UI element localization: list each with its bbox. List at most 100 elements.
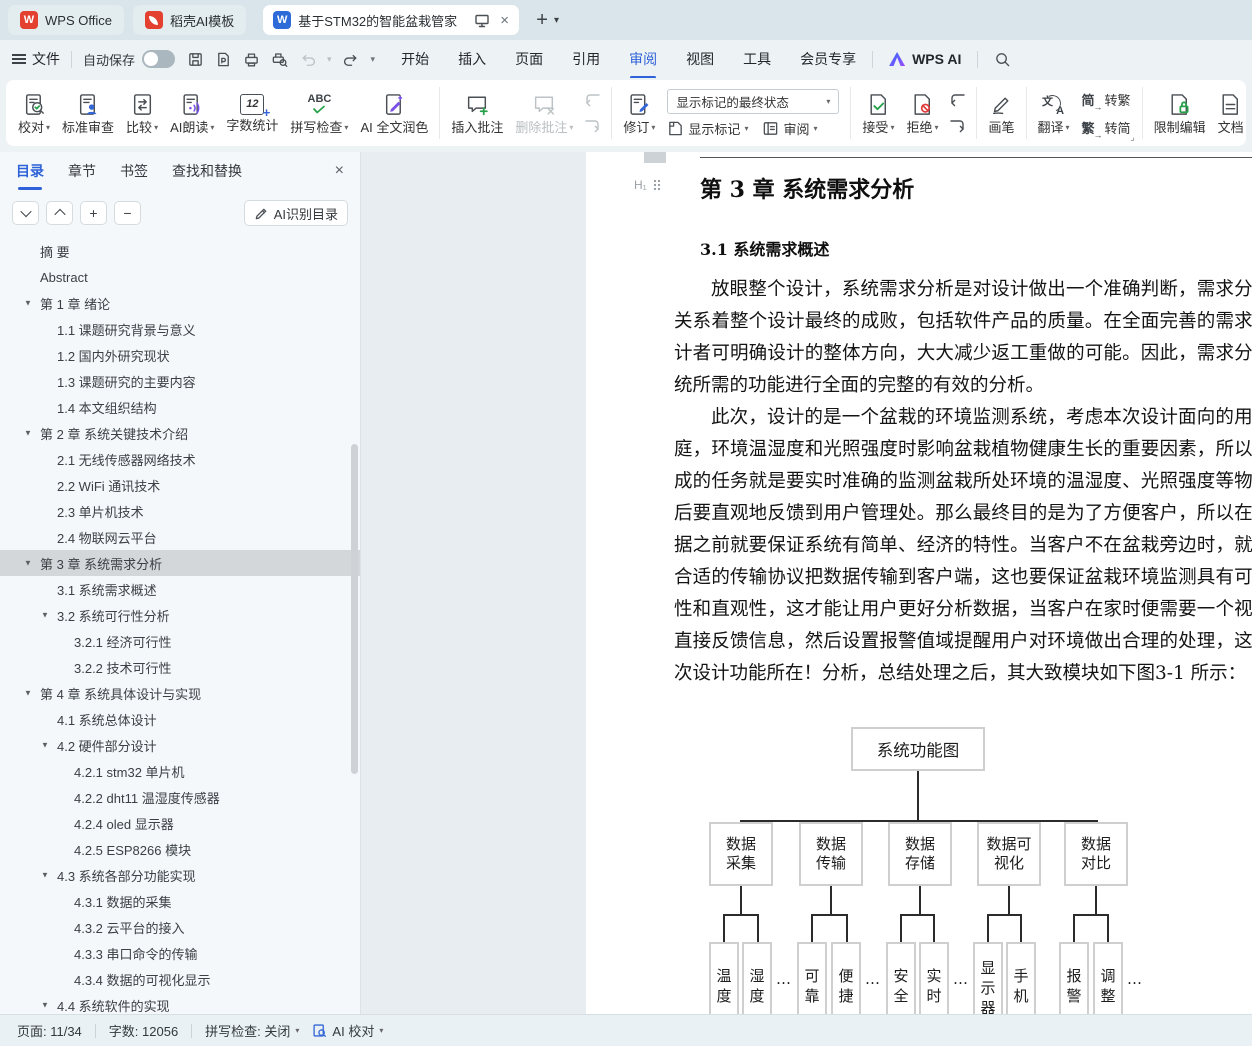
toc-item[interactable]: ▼第 1 章 绪论: [0, 290, 360, 316]
toc-item[interactable]: 3.2.1 经济可行性: [0, 628, 360, 654]
undo-history-chevron-icon[interactable]: ▾: [327, 54, 332, 65]
expand-all-button[interactable]: +: [80, 201, 107, 225]
markup-state-select[interactable]: 显示标记的最终状态 ▾: [667, 89, 839, 114]
diagram-leaf[interactable]: 安全: [886, 942, 916, 1014]
toc-item[interactable]: 4.2.5 ESP8266 模块: [0, 836, 360, 862]
previous-comment-icon[interactable]: [583, 91, 602, 110]
toc-item[interactable]: ▼4.4 系统软件的实现: [0, 992, 360, 1014]
word-count-indicator[interactable]: 字数: 12056: [109, 1021, 178, 1040]
diagram-leaf[interactable]: 实时: [919, 942, 949, 1014]
collapse-arrow-icon[interactable]: ▼: [41, 611, 49, 620]
hamburger-icon[interactable]: [12, 54, 26, 64]
page-indicator[interactable]: 页面: 11/34: [17, 1021, 82, 1040]
toc-item[interactable]: 摘 要: [0, 238, 360, 264]
toc-item[interactable]: 1.2 国内外研究现状: [0, 342, 360, 368]
export-pdf-icon[interactable]: [215, 51, 232, 68]
menu-page[interactable]: 页面: [515, 49, 543, 69]
next-change-icon[interactable]: [948, 117, 967, 136]
tab-find-replace[interactable]: 查找和替换: [172, 161, 242, 181]
diagram-leaf[interactable]: 显示器: [973, 942, 1003, 1014]
diagram-leaf[interactable]: 湿度: [742, 942, 772, 1014]
diagram-box-visualize[interactable]: 数据可 视化: [977, 822, 1041, 886]
compare-button[interactable]: 比较▾: [120, 82, 164, 144]
diagram-leaf[interactable]: 可靠: [797, 942, 827, 1014]
ai-recognize-toc-button[interactable]: AI识别目录: [244, 200, 348, 226]
collapse-arrow-icon[interactable]: ▼: [41, 871, 49, 880]
new-tab-icon[interactable]: +: [536, 9, 548, 32]
toc-item[interactable]: 4.2.4 oled 显示器: [0, 810, 360, 836]
toc-item[interactable]: 1.1 课题研究背景与意义: [0, 316, 360, 342]
previous-heading-button[interactable]: [46, 201, 73, 225]
diagram-box-compare[interactable]: 数据 对比: [1064, 822, 1128, 886]
toc-item[interactable]: 4.2.1 stm32 单片机: [0, 758, 360, 784]
toc-item[interactable]: Abstract: [0, 264, 360, 290]
toc-item[interactable]: 4.3.1 数据的采集: [0, 888, 360, 914]
redo-icon[interactable]: [343, 51, 360, 68]
collapse-arrow-icon[interactable]: ▼: [41, 1001, 49, 1010]
diagram-leaf[interactable]: 便捷: [831, 942, 861, 1014]
toc-item[interactable]: 4.3.4 数据的可视化显示: [0, 966, 360, 992]
toc-item[interactable]: 2.3 单片机技术: [0, 498, 360, 524]
toc-item[interactable]: 2.1 无线传感器网络技术: [0, 446, 360, 472]
menu-start[interactable]: 开始: [401, 49, 429, 69]
translate-button[interactable]: 文A 翻译▾: [1032, 82, 1076, 144]
review-pane-button[interactable]: 审阅 ▾: [762, 119, 817, 138]
ai-read-aloud-button[interactable]: AI朗读▾: [164, 82, 220, 144]
delete-comment-button[interactable]: 删除批注▾: [509, 82, 579, 144]
file-menu[interactable]: 文件: [32, 49, 60, 69]
toc-item[interactable]: 3.1 系统需求概述: [0, 576, 360, 602]
document-permission-button[interactable]: 文档: [1212, 82, 1246, 144]
menu-member[interactable]: 会员专享: [800, 49, 856, 69]
toc-item[interactable]: ▼3.2 系统可行性分析: [0, 602, 360, 628]
next-comment-icon[interactable]: [583, 117, 602, 136]
word-count-button[interactable]: 12+ 字数统计: [220, 82, 284, 144]
next-heading-button[interactable]: [12, 201, 39, 225]
toc-item[interactable]: ▼4.3 系统各部分功能实现: [0, 862, 360, 888]
show-markup-button[interactable]: 显示标记 ▾: [667, 119, 748, 138]
proofread-button[interactable]: 校对▾: [12, 82, 56, 144]
toc-item[interactable]: ▼第 2 章 系统关键技术介绍: [0, 420, 360, 446]
tab-wps-home[interactable]: W WPS Office: [8, 5, 124, 35]
tab-document-active[interactable]: W 基于STM32的智能盆栽管家 ×: [263, 5, 519, 35]
reject-change-button[interactable]: 拒绝▾: [900, 82, 944, 144]
diagram-leaf[interactable]: 调整: [1093, 942, 1123, 1014]
toc-item[interactable]: 4.3.2 云平台的接入: [0, 914, 360, 940]
toc-item[interactable]: 2.2 WiFi 通讯技术: [0, 472, 360, 498]
simplified-to-traditional-button[interactable]: 简→ 转繁: [1082, 90, 1131, 109]
toc-item[interactable]: 4.2.2 dht11 温湿度传感器: [0, 784, 360, 810]
save-icon[interactable]: [187, 51, 204, 68]
menu-reference[interactable]: 引用: [572, 49, 600, 69]
tab-list-chevron-icon[interactable]: ▾: [554, 15, 559, 26]
restrict-editing-button[interactable]: 限制编辑: [1148, 82, 1212, 144]
toc-item[interactable]: ▼4.2 硬件部分设计: [0, 732, 360, 758]
diagram-box-store[interactable]: 数据 存储: [888, 822, 952, 886]
autosave-toggle[interactable]: [142, 50, 175, 68]
dialog-launcher-icon[interactable]: ⌟: [1130, 132, 1134, 143]
collapse-arrow-icon[interactable]: ▼: [24, 429, 32, 438]
redo-history-chevron-icon[interactable]: ▾: [371, 54, 376, 65]
toc-item[interactable]: 4.3.3 串口命令的传输: [0, 940, 360, 966]
toc-item[interactable]: ▼第 4 章 系统具体设计与实现: [0, 680, 360, 706]
collapse-arrow-icon[interactable]: ▼: [41, 741, 49, 750]
tab-contents[interactable]: 目录: [16, 161, 44, 181]
spell-check-status[interactable]: 拼写检查: 关闭 ▾: [205, 1021, 299, 1040]
document-page[interactable]: H₁ 第 3 章 系统需求分析 3.1 系统需求概述 放眼整个设计，系统需求分析…: [586, 152, 1252, 1014]
diagram-leaf[interactable]: 报警: [1059, 942, 1089, 1014]
toc-item[interactable]: 3.2.2 技术可行性: [0, 654, 360, 680]
diagram-leaf[interactable]: 手机: [1006, 942, 1036, 1014]
traditional-to-simplified-button[interactable]: 繁→ 转简: [1082, 118, 1131, 137]
sidebar-scrollbar[interactable]: [351, 444, 358, 774]
standard-review-button[interactable]: 标准审查: [56, 82, 120, 144]
menu-review-active[interactable]: 审阅: [629, 49, 657, 69]
menu-insert[interactable]: 插入: [458, 49, 486, 69]
collapse-arrow-icon[interactable]: ▼: [24, 689, 32, 698]
print-preview-icon[interactable]: [271, 51, 288, 68]
tab-chapters[interactable]: 章节: [68, 161, 96, 181]
tab-docer-template[interactable]: 稻壳AI模板: [133, 5, 246, 35]
diagram-leaf[interactable]: 温度: [709, 942, 739, 1014]
previous-change-icon[interactable]: [948, 91, 967, 110]
collapse-arrow-icon[interactable]: ▼: [24, 559, 32, 568]
toc-item[interactable]: 2.4 物联网云平台: [0, 524, 360, 550]
collapse-all-button[interactable]: −: [114, 201, 141, 225]
ai-proofread-status[interactable]: AI 校对 ▾: [312, 1021, 383, 1040]
